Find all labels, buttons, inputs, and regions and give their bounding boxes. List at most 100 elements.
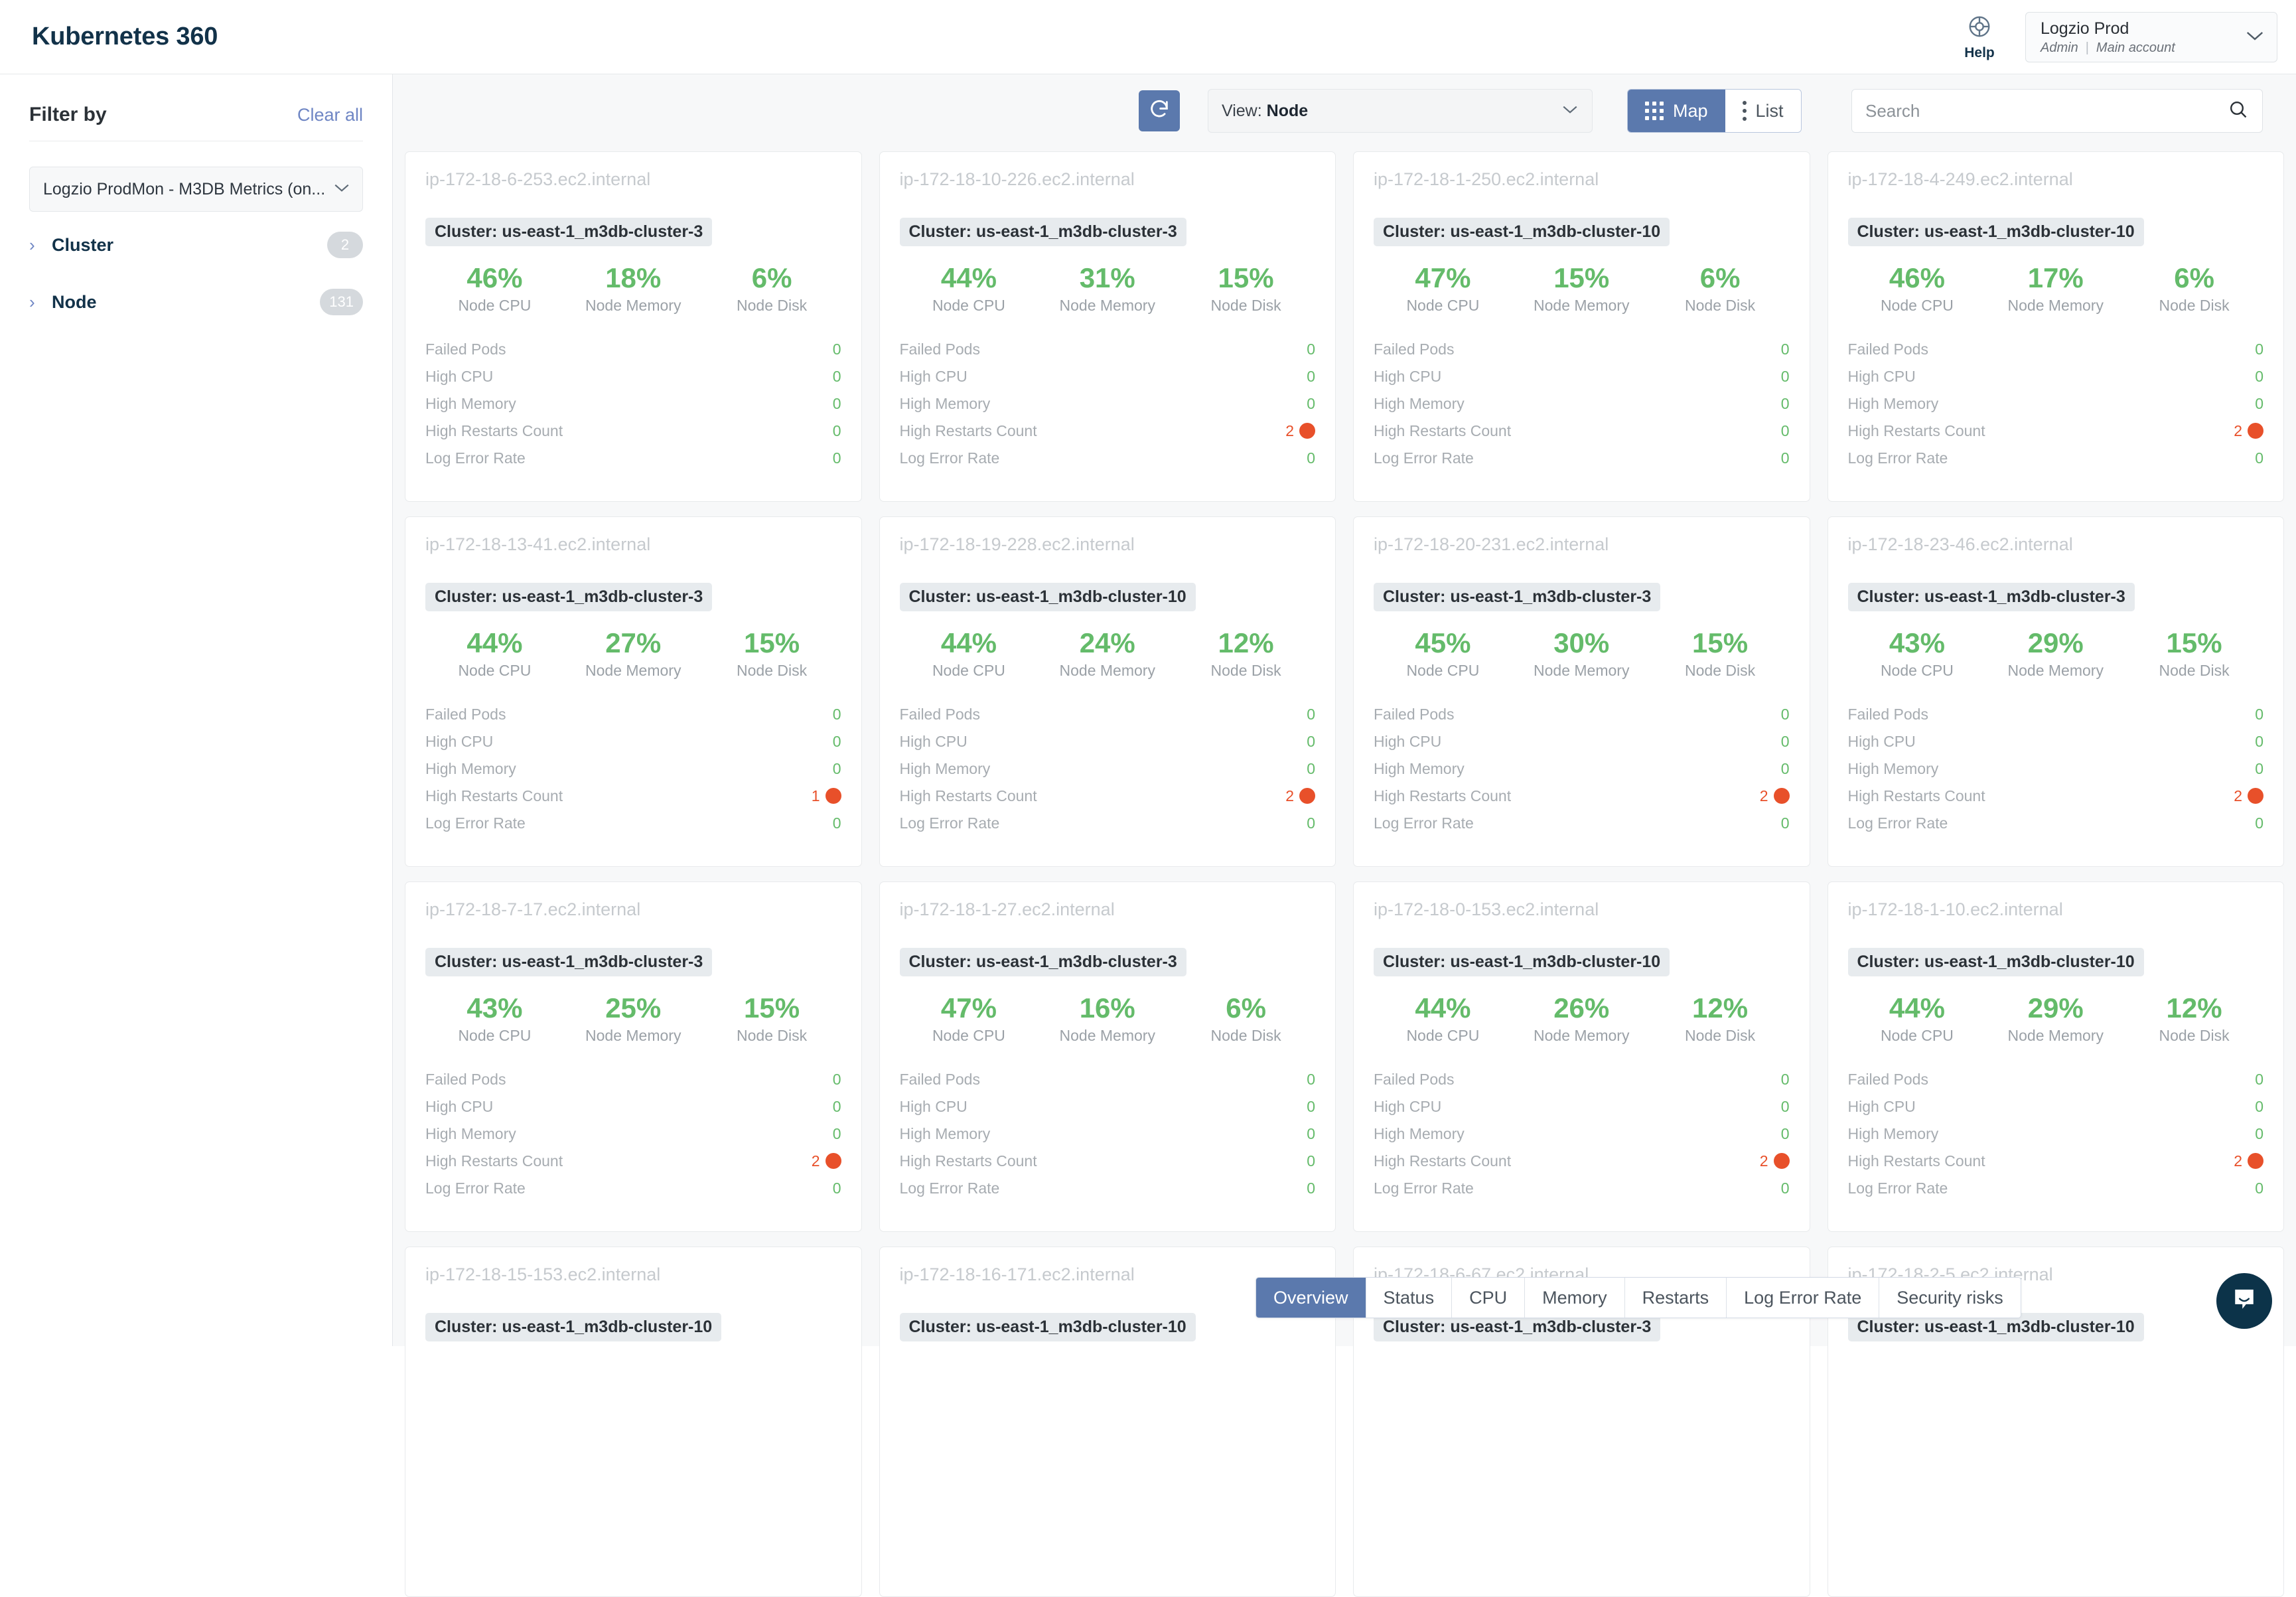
node-name: ip-172-18-1-27.ec2.internal	[899, 899, 1115, 919]
help-button[interactable]: Help	[1943, 14, 2016, 61]
metric-row-list: Failed Pods 0 High CPU 0 High Memory 0 High Re…	[900, 337, 1316, 470]
metric-memory-label: Node Memory	[585, 662, 682, 680]
tab-memory[interactable]: Memory	[1525, 1278, 1625, 1318]
metric-row-number: 2	[811, 1152, 820, 1170]
tab-security-risks[interactable]: Security risks	[1879, 1278, 2021, 1318]
metric-row-list: Failed Pods 0 High CPU 0 High Memory 0 High Re…	[900, 1067, 1316, 1200]
node-name: ip-172-18-13-41.ec2.internal	[425, 534, 651, 554]
metric-disk-value: 15%	[2166, 627, 2222, 658]
metric-row-value: 0	[1781, 395, 1790, 413]
metric-row-value: 0	[2255, 1125, 2263, 1143]
node-card[interactable]: ip-172-18-19-228.ec2.internal Cluster: us…	[879, 516, 1336, 867]
metric-row: High CPU 0	[1848, 1095, 2264, 1118]
metric-row-number: 0	[832, 1097, 841, 1115]
metric-row-label: Failed Pods	[1847, 340, 1928, 358]
vertical-dots-icon	[1742, 101, 1747, 121]
metric-memory-value: 18%	[605, 262, 662, 293]
list-view-button[interactable]: List	[1725, 90, 1801, 132]
metric-memory: 26% Node Memory	[1512, 993, 1651, 1045]
tab-status[interactable]: Status	[1366, 1278, 1453, 1318]
node-name: ip-172-18-0-153.ec2.internal	[1374, 899, 1599, 919]
metric-row-label: High Restarts Count	[1847, 421, 1985, 439]
metric-row: High Memory 0	[1848, 392, 2264, 416]
metric-row-label: High Restarts Count	[425, 421, 563, 439]
refresh-button[interactable]	[1139, 90, 1180, 131]
metric-row-label: Failed Pods	[1374, 705, 1455, 723]
node-card[interactable]: ip-172-18-0-153.ec2.internal Cluster: us-…	[1353, 881, 1810, 1232]
view-select[interactable]: View: Node	[1208, 89, 1593, 133]
node-card[interactable]: ip-172-18-15-153.ec2.internal Cluster: us…	[405, 1247, 862, 1597]
node-card[interactable]: ip-172-18-23-46.ec2.internal Cluster: us-…	[1827, 516, 2284, 867]
metric-row-value: 2	[1285, 787, 1315, 805]
search-input[interactable]	[1865, 100, 2228, 121]
metric-row-label: Failed Pods	[425, 1070, 506, 1088]
metric-cpu-value: 47%	[940, 992, 997, 1024]
account-scope: Main account	[2096, 40, 2175, 55]
facet-node[interactable]: › Node 131	[29, 278, 363, 326]
metric-row: High CPU 0	[1848, 729, 2264, 753]
tab-cpu[interactable]: CPU	[1452, 1278, 1526, 1318]
node-card[interactable]: ip-172-18-1-10.ec2.internal Cluster: us-e…	[1827, 881, 2284, 1232]
metric-row: High Memory 0	[900, 392, 1316, 416]
search-box[interactable]	[1851, 89, 2263, 133]
metric-row-number: 0	[1780, 814, 1790, 832]
tab-overview[interactable]: Overview	[1256, 1278, 1366, 1318]
datasource-select[interactable]: Logzio ProdMon - M3DB Metrics (on...	[29, 167, 363, 212]
metric-row: Log Error Rate 0	[425, 1176, 841, 1200]
metric-row-value: 2	[2234, 787, 2263, 805]
node-card[interactable]: ip-172-18-10-226.ec2.internal Cluster: us…	[879, 151, 1336, 502]
metric-row-value: 0	[1307, 733, 1315, 751]
map-view-button[interactable]: Map	[1628, 90, 1725, 132]
metric-row-label: High Memory	[1374, 759, 1465, 777]
search-icon[interactable]	[2228, 99, 2249, 123]
filter-header: Filter by Clear all	[29, 74, 363, 141]
facet-list: › Cluster 2 › Node 131	[29, 221, 363, 326]
node-card[interactable]: ip-172-18-20-231.ec2.internal Cluster: us…	[1353, 516, 1810, 867]
metric-row-number: 0	[1307, 1152, 1315, 1170]
chat-launcher-button[interactable]	[2216, 1273, 2272, 1329]
metric-row: High Memory 0	[1374, 392, 1790, 416]
metric-row-label: High Memory	[425, 759, 516, 777]
metric-row-value: 1	[812, 787, 841, 805]
metric-row-label: Failed Pods	[1847, 1070, 1928, 1088]
metric-row: Failed Pods 0	[900, 1067, 1316, 1091]
tab-restarts[interactable]: Restarts	[1624, 1278, 1727, 1318]
metric-cpu-label: Node CPU	[1406, 1027, 1480, 1045]
metric-row-value: 0	[1307, 341, 1315, 358]
metric-row-number: 0	[2255, 1124, 2263, 1142]
node-card[interactable]: ip-172-18-7-17.ec2.internal Cluster: us-e…	[405, 881, 862, 1232]
metric-row: Log Error Rate 0	[1848, 1176, 2264, 1200]
metric-disk: 15% Node Disk	[1177, 263, 1315, 315]
metric-row-list: Failed Pods 0 High CPU 0 High Memory 0 High Re…	[1374, 1067, 1790, 1200]
view-value: Node	[1266, 101, 1309, 120]
metric-row-number: 0	[832, 1070, 841, 1088]
metric-row-label: Failed Pods	[425, 705, 506, 723]
node-card[interactable]: ip-172-18-1-250.ec2.internal Cluster: us-…	[1353, 151, 1810, 502]
node-metrics: 44% Node CPU 27% Node Memory 15% Node Disk	[425, 628, 841, 680]
metric-disk-label: Node Disk	[1210, 1027, 1281, 1045]
node-metrics: 47% Node CPU 16% Node Memory 6% Node Disk	[900, 992, 1316, 1045]
metric-row-number: 2	[2234, 1152, 2242, 1170]
refresh-icon	[1148, 98, 1171, 124]
node-card[interactable]: ip-172-18-4-249.ec2.internal Cluster: us-…	[1827, 151, 2284, 502]
metric-disk: 6% Node Disk	[2125, 262, 2263, 315]
metric-memory: 25% Node Memory	[564, 992, 703, 1045]
node-card[interactable]: ip-172-18-6-253.ec2.internal Cluster: us-…	[405, 151, 862, 502]
clear-all-button[interactable]: Clear all	[297, 105, 363, 125]
metric-row-label: High Memory	[899, 394, 991, 412]
facet-cluster[interactable]: › Cluster 2	[29, 221, 363, 269]
node-card[interactable]: ip-172-18-1-27.ec2.internal Cluster: us-e…	[879, 881, 1336, 1232]
metric-row: High Memory 0	[1848, 1122, 2264, 1146]
account-switcher[interactable]: Logzio Prod Admin | Main account	[2025, 12, 2277, 62]
node-metrics: 44% Node CPU 31% Node Memory 15% Node Disk	[900, 263, 1316, 315]
page-title: Kubernetes 360	[32, 23, 218, 50]
metric-row: Log Error Rate 0	[1848, 446, 2264, 470]
metric-cpu-label: Node CPU	[1880, 1027, 1954, 1045]
tab-log-error-rate[interactable]: Log Error Rate	[1727, 1278, 1880, 1318]
metric-memory-value: 29%	[2027, 627, 2084, 658]
metric-disk-value: 6%	[2174, 262, 2214, 293]
metric-memory-value: 25%	[605, 992, 662, 1024]
metric-disk-label: Node Disk	[2159, 297, 2230, 315]
metric-row-number: 0	[832, 705, 841, 723]
node-card[interactable]: ip-172-18-13-41.ec2.internal Cluster: us-…	[405, 516, 862, 867]
